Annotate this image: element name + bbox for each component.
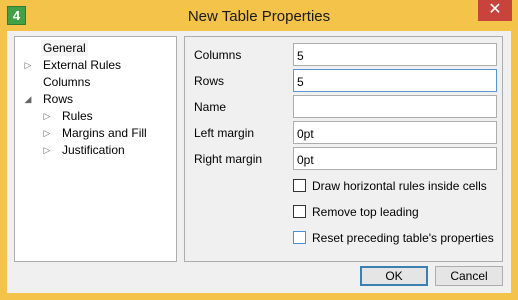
remove-leading-label: Remove top leading <box>312 205 419 219</box>
remove-leading-checkbox[interactable] <box>293 205 306 218</box>
columns-input[interactable] <box>293 43 497 66</box>
reset-properties-label: Reset preceding table's properties <box>312 231 494 245</box>
cancel-button[interactable]: Cancel <box>435 266 503 286</box>
close-icon: ✕ <box>488 1 502 18</box>
tree-item-label: Rows <box>43 92 74 106</box>
columns-label: Columns <box>194 48 242 62</box>
left-margin-label: Left margin <box>194 126 255 140</box>
properties-panel: Columns Rows Name Left margin Right marg… <box>184 36 503 262</box>
tree-item-general[interactable]: General <box>41 40 103 56</box>
close-button[interactable]: ✕ <box>478 0 512 21</box>
expand-arrow-icon[interactable]: ▷ <box>42 125 52 141</box>
collapse-arrow-icon[interactable]: ◢ <box>23 91 33 107</box>
tree-item-label: Justification <box>62 143 125 157</box>
draw-rules-checkbox[interactable] <box>293 179 306 192</box>
expand-arrow-icon[interactable]: ▷ <box>42 142 52 158</box>
reset-properties-option[interactable]: Reset preceding table's properties <box>293 230 494 246</box>
tree-item-label: Margins and Fill <box>62 126 147 140</box>
name-input[interactable] <box>293 95 497 118</box>
right-margin-label: Right margin <box>194 152 263 166</box>
reset-properties-checkbox[interactable] <box>293 231 306 244</box>
remove-leading-option[interactable]: Remove top leading <box>293 204 493 220</box>
tree-item-columns[interactable]: Columns <box>43 74 123 90</box>
dialog-window: 4 New Table Properties ✕ General ▷ Exter… <box>0 0 518 300</box>
draw-rules-label: Draw horizontal rules inside cells <box>312 179 487 193</box>
title-bar[interactable]: 4 New Table Properties ✕ <box>0 0 518 31</box>
expand-arrow-icon[interactable]: ▷ <box>42 108 52 124</box>
expand-arrow-icon[interactable]: ▷ <box>23 57 33 73</box>
tree-item-label: Columns <box>43 75 91 89</box>
draw-rules-option[interactable]: Draw horizontal rules inside cells <box>293 178 493 194</box>
tree-item-label: External Rules <box>43 58 122 72</box>
rows-label: Rows <box>194 74 225 88</box>
tree-item-label: General <box>41 40 88 56</box>
tree-item-external-rules[interactable]: ▷ External Rules <box>23 57 143 73</box>
tree-item-margins-and-fill[interactable]: ▷ Margins and Fill <box>42 125 172 141</box>
dialog-title: New Table Properties <box>187 8 331 25</box>
tree-item-label: Rules <box>62 109 93 123</box>
tree-item-rows[interactable]: ◢ Rows <box>23 91 103 107</box>
tree-item-rules[interactable]: ▷ Rules <box>42 108 122 124</box>
tree-item-justification[interactable]: ▷ Justification <box>42 142 162 158</box>
rows-input[interactable] <box>293 69 497 92</box>
left-margin-input[interactable] <box>293 121 497 144</box>
ok-button[interactable]: OK <box>360 266 428 286</box>
name-label: Name <box>194 100 227 114</box>
dialog-client-area: General ▷ External Rules Columns ◢ Rows … <box>7 31 511 293</box>
right-margin-input[interactable] <box>293 147 497 170</box>
category-tree: General ▷ External Rules Columns ◢ Rows … <box>14 36 177 262</box>
